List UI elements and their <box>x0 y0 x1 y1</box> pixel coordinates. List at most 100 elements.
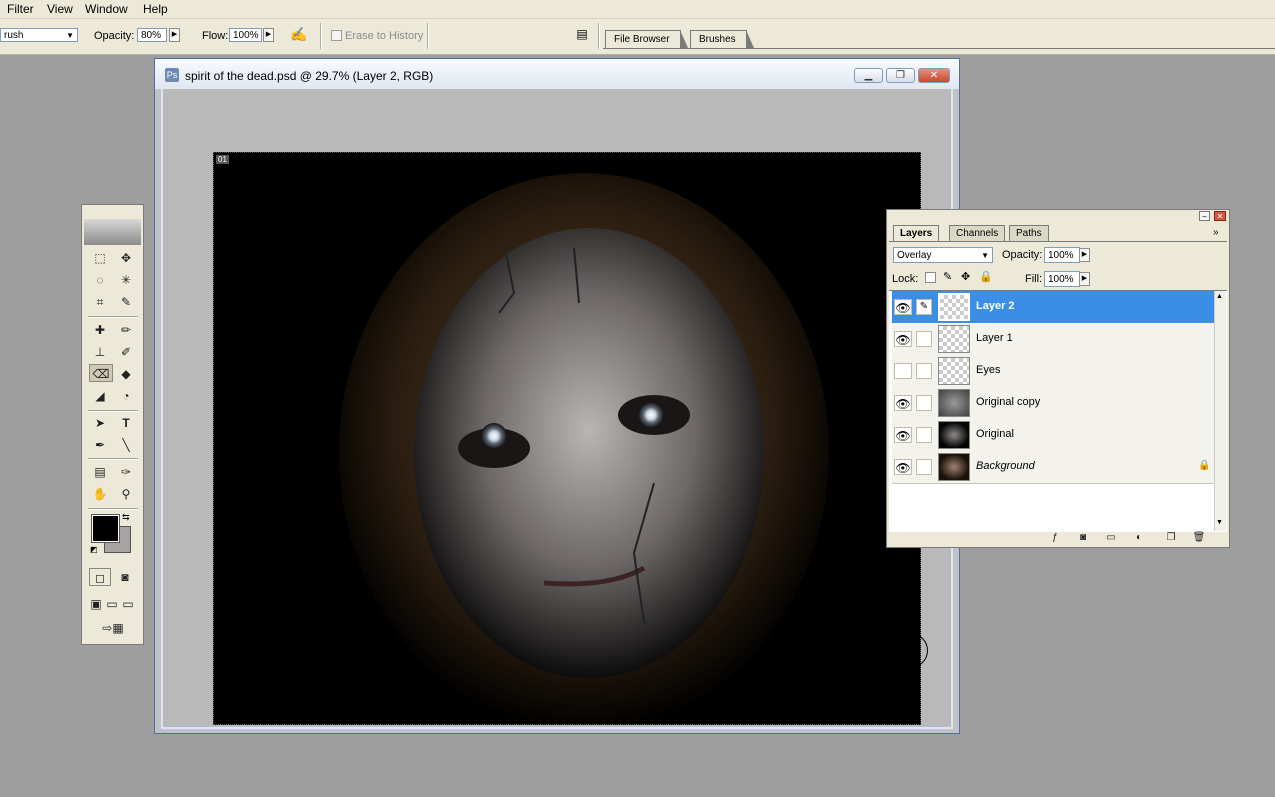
type-tool-icon[interactable]: T <box>116 414 136 432</box>
new-layer-icon[interactable]: ❐ <box>1164 532 1178 544</box>
fill-arrow-icon[interactable]: ▶ <box>1079 272 1090 286</box>
lock-position-icon[interactable]: ✥ <box>961 270 970 283</box>
scroll-down-icon[interactable]: ▼ <box>1216 519 1223 526</box>
healing-brush-tool-icon[interactable]: ✚ <box>90 321 110 339</box>
line-tool-icon[interactable]: ╲ <box>116 436 136 454</box>
visibility-eye-icon[interactable] <box>894 363 912 379</box>
opacity-input[interactable]: 80% <box>137 28 167 42</box>
layer-row-background[interactable]: 👁 Background 🔒 <box>892 451 1214 484</box>
scroll-up-icon[interactable]: ▲ <box>1216 293 1223 300</box>
lock-pixels-icon[interactable]: ✎ <box>943 270 952 283</box>
flow-input[interactable]: 100% <box>229 28 262 42</box>
layer-style-icon[interactable]: ƒ <box>1048 532 1062 544</box>
delete-layer-icon[interactable]: 🗑 <box>1192 532 1206 544</box>
slice-tool-icon[interactable]: ✎ <box>116 293 136 311</box>
full-screen-mode-icon[interactable]: ▭ <box>120 595 136 613</box>
layer-link-icon[interactable] <box>916 363 932 379</box>
well-tab-file-browser[interactable]: File Browser <box>605 30 688 48</box>
pen-tool-icon[interactable]: ✒ <box>90 436 110 454</box>
airbrush-icon[interactable]: ✍ <box>288 26 310 44</box>
tab-channels[interactable]: Channels <box>949 225 1006 242</box>
image-canvas[interactable]: 01 <box>213 152 921 725</box>
menu-window[interactable]: Window <box>82 1 131 17</box>
menu-filter[interactable]: Filter <box>4 1 37 17</box>
palette-options-icon[interactable]: ▤ <box>574 27 590 43</box>
marquee-tool-icon[interactable]: ⬚ <box>90 249 110 267</box>
flow-slider-arrow-icon[interactable]: ▶ <box>263 28 274 42</box>
lasso-tool-icon[interactable]: ◌ <box>90 271 110 289</box>
adjustment-layer-icon[interactable]: ◐ <box>1132 532 1146 544</box>
paint-bucket-tool-icon[interactable]: ◆ <box>116 365 136 383</box>
layer-opacity-label: Opacity: <box>1002 249 1043 261</box>
palette-minimize-icon[interactable]: – <box>1199 211 1210 221</box>
opacity-slider-arrow-icon[interactable]: ▶ <box>169 28 180 42</box>
default-colors-icon[interactable]: ◩ <box>90 545 98 554</box>
standard-screen-mode-icon[interactable]: ▣ <box>88 595 104 613</box>
full-screen-menu-mode-icon[interactable]: ▭ <box>104 595 120 613</box>
lock-transparency-icon[interactable] <box>925 272 936 283</box>
layer-row-eyes[interactable]: Eyes <box>892 355 1214 388</box>
magic-wand-tool-icon[interactable]: ✳ <box>116 271 136 289</box>
restore-button[interactable]: ❐ <box>886 68 915 83</box>
brush-tool-icon[interactable]: ✏ <box>116 321 136 339</box>
menu-view[interactable]: View <box>44 1 76 17</box>
visibility-eye-icon[interactable]: 👁 <box>894 299 912 315</box>
clone-stamp-tool-icon[interactable]: ⊥ <box>90 343 110 361</box>
blur-tool-icon[interactable]: ◢ <box>90 387 110 405</box>
layer-opacity-arrow-icon[interactable]: ▶ <box>1079 248 1090 262</box>
menu-help[interactable]: Help <box>140 1 171 17</box>
palette-menu-icon[interactable]: » <box>1213 227 1219 238</box>
history-brush-tool-icon[interactable]: ✐ <box>116 343 136 361</box>
layer-link-icon[interactable] <box>916 459 932 475</box>
hand-tool-icon[interactable]: ✋ <box>90 485 110 503</box>
layer-row-original[interactable]: 👁 Original <box>892 419 1214 452</box>
brush-preset-picker[interactable]: rush ▼ <box>0 28 78 42</box>
path-selection-tool-icon[interactable]: ➤ <box>90 414 110 432</box>
tab-layers[interactable]: Layers <box>893 225 940 242</box>
layer-link-icon[interactable] <box>916 427 932 443</box>
visibility-eye-icon[interactable]: 👁 <box>894 427 912 443</box>
close-button[interactable]: ✕ <box>918 68 950 83</box>
layer-link-icon[interactable] <box>916 395 932 411</box>
well-tab-brushes[interactable]: Brushes <box>690 30 754 48</box>
lock-all-icon[interactable]: 🔒 <box>979 270 993 283</box>
layers-palette: – ✕ Layers Channels Paths » Overlay ▼ Op… <box>886 209 1230 548</box>
dodge-tool-icon[interactable]: ◔ <box>116 387 136 405</box>
quick-mask-mode-icon[interactable]: ◙ <box>114 568 136 586</box>
layer-name: Original <box>976 428 1014 440</box>
layer-opacity-input[interactable]: 100% <box>1044 247 1080 263</box>
erase-to-history-checkbox[interactable] <box>331 30 342 41</box>
layer-row-layer-1[interactable]: 👁 Layer 1 <box>892 323 1214 356</box>
lock-icon: 🔒 <box>1198 460 1211 471</box>
layer-link-icon[interactable] <box>916 331 932 347</box>
new-group-icon[interactable]: ▭ <box>1104 532 1118 544</box>
layer-row-original-copy[interactable]: 👁 Original copy <box>892 387 1214 420</box>
swap-colors-icon[interactable]: ⇆ <box>122 512 130 523</box>
standard-mode-icon[interactable]: ◻ <box>89 568 111 586</box>
visibility-eye-icon[interactable]: 👁 <box>894 459 912 475</box>
brush-cursor <box>893 633 928 668</box>
layers-scrollbar[interactable]: ▲ ▼ <box>1214 291 1226 531</box>
photoshop-doc-icon: Ps <box>165 68 179 82</box>
add-mask-icon[interactable]: ◙ <box>1076 532 1090 544</box>
tab-paths[interactable]: Paths <box>1009 225 1049 242</box>
eyedropper-tool-icon[interactable]: ✑ <box>116 463 136 481</box>
document-titlebar[interactable]: Ps spirit of the dead.psd @ 29.7% (Layer… <box>155 59 959 89</box>
eraser-tool-icon[interactable]: ⌫ <box>89 364 113 382</box>
palette-close-icon[interactable]: ✕ <box>1214 211 1226 221</box>
jump-to-imageready-icon[interactable]: ⇨▦ <box>90 619 136 637</box>
fill-input[interactable]: 100% <box>1044 271 1080 287</box>
blend-mode-select[interactable]: Overlay ▼ <box>893 247 993 263</box>
layer-row-layer-2[interactable]: 👁 ✎ Layer 2 <box>892 291 1214 324</box>
brush-indicator-icon[interactable]: ✎ <box>916 299 932 315</box>
move-tool-icon[interactable]: ✥ <box>116 249 136 267</box>
crop-tool-icon[interactable]: ⌗ <box>90 293 110 311</box>
notes-tool-icon[interactable]: ▤ <box>90 463 110 481</box>
visibility-eye-icon[interactable]: 👁 <box>894 331 912 347</box>
minimize-button[interactable]: ▁ <box>854 68 883 83</box>
zoom-tool-icon[interactable]: ⚲ <box>116 485 136 503</box>
foreground-color-swatch[interactable] <box>91 514 120 543</box>
visibility-eye-icon[interactable]: 👁 <box>894 395 912 411</box>
separator <box>88 508 138 510</box>
photoshop-logo-icon[interactable] <box>84 219 141 245</box>
